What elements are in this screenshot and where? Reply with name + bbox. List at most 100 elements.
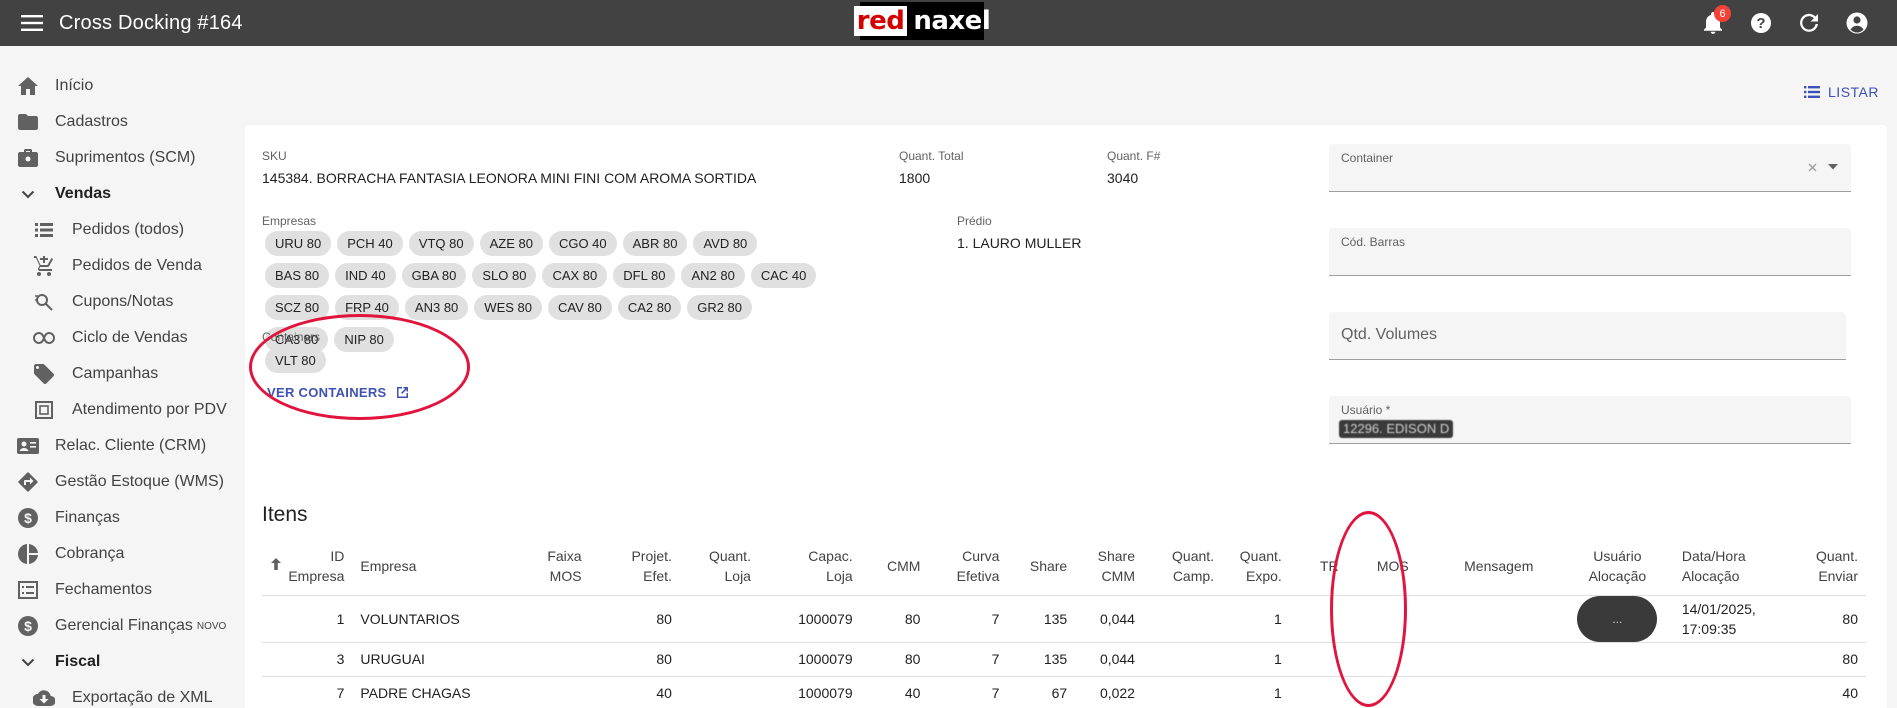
column-header-line1: Data/Hora — [1681, 547, 1746, 564]
chip: PCH 40 — [337, 231, 403, 256]
sidebar-item-cupons-notas[interactable]: Cupons/Notas — [0, 284, 245, 320]
cell-empresa: VOLUNTARIOS — [352, 595, 522, 643]
sidebar-item-cadastros[interactable]: Cadastros — [0, 104, 245, 140]
notifications-bell-icon[interactable]: 6 — [1699, 5, 1731, 37]
cell-quant-loja — [679, 642, 759, 677]
container-select[interactable]: Container — [1329, 144, 1851, 192]
sidebar-item-gerencial-finan-as[interactable]: $ Gerencial Finanças NOVO — [0, 608, 245, 644]
column-header[interactable]: Mensagem — [1436, 537, 1561, 596]
column-header[interactable]: Share CMM — [1075, 537, 1143, 596]
dollar-circle-icon: $ — [16, 506, 40, 530]
sidebar-item-finan-as[interactable]: $ Finanças — [0, 500, 245, 536]
column-header[interactable]: MOS — [1368, 537, 1437, 596]
column-header[interactable]: Capac. Loja — [758, 537, 861, 596]
account-circle-icon[interactable] — [1843, 9, 1871, 37]
sidebar-item-suprimentos-scm[interactable]: Suprimentos (SCM) — [0, 140, 245, 176]
column-header-line1: Quant. — [1239, 547, 1282, 564]
column-header[interactable]: Quant. Camp. — [1142, 537, 1223, 596]
column-header[interactable]: Share — [1007, 537, 1076, 596]
column-header-line1: CMM — [886, 557, 921, 574]
cod-barras-input[interactable] — [1329, 228, 1851, 275]
table-row[interactable]: 3 URUGUAI 80 1000079 80 7 135 0,044 1 80 — [262, 642, 1866, 677]
column-header[interactable]: Data/Hora Alocação — [1673, 537, 1799, 596]
sidebar-item-exporta-o-de-xml[interactable]: Exportação de XML — [0, 680, 245, 708]
sidebar-item-campanhas[interactable]: Campanhas — [0, 356, 245, 392]
listar-button[interactable]: LISTAR — [1804, 84, 1879, 100]
cell-msg — [1436, 676, 1561, 708]
column-header[interactable]: ID Empresa — [262, 537, 353, 596]
cell-curva: 7 — [928, 595, 1008, 643]
sidebar-item-fiscal[interactable]: Fiscal — [0, 644, 245, 680]
column-header-line2: Efet. — [643, 567, 672, 584]
sidebar-item-pedidos-de-venda[interactable]: Pedidos de Venda — [0, 248, 245, 284]
sidebar-item-in-cio[interactable]: Início — [0, 68, 245, 104]
column-header-line1: Quant. — [708, 547, 751, 564]
column-header[interactable]: Empresa — [352, 537, 522, 596]
refresh-icon[interactable] — [1795, 9, 1823, 37]
pdv-icon — [32, 398, 56, 422]
notifications-badge: 6 — [1714, 5, 1731, 22]
help-icon[interactable]: ? — [1747, 9, 1775, 37]
cloud-download-icon — [32, 686, 56, 708]
column-header[interactable]: Quant. Expo. — [1222, 537, 1290, 596]
empresas-label: Empresas — [262, 214, 317, 228]
cell-faixa — [521, 642, 590, 677]
column-header-line2: Alocação — [1681, 567, 1740, 584]
menu-icon[interactable] — [17, 8, 47, 38]
sort-arrow-up-icon[interactable] — [270, 556, 282, 576]
list-icon — [1804, 86, 1821, 98]
app-title: Cross Docking #164 — [59, 11, 243, 34]
table-row[interactable]: 1 VOLUNTARIOS 80 1000079 80 7 135 0,044 1... 14/0… — [262, 595, 1866, 643]
sidebar-item-label: Exportação de XML — [72, 689, 213, 706]
user-avatar-chip[interactable]: ... — [1577, 595, 1658, 642]
cell-data-hora: 14/01/2025, 17:09:35 — [1673, 595, 1799, 643]
cell-msg — [1436, 642, 1561, 677]
chevron-down-icon — [1828, 164, 1838, 170]
column-header[interactable]: Projet. Efet. — [589, 537, 680, 596]
sidebar-item-label: Pedidos de Venda — [72, 257, 202, 274]
folder-icon — [16, 110, 40, 134]
sidebar-item-fechamentos[interactable]: Fechamentos — [0, 572, 245, 608]
cell-expo: 1 — [1222, 595, 1290, 643]
usuario-field[interactable]: Usuário * 12296. EDISON D — [1329, 396, 1851, 444]
sidebar-item-vendas[interactable]: Vendas — [0, 176, 245, 212]
chip: SLO 80 — [472, 263, 537, 288]
column-header[interactable]: Usuário Alocação — [1560, 537, 1674, 596]
sidebar-item-pedidos-todos[interactable]: Pedidos (todos) — [0, 212, 245, 248]
table-row[interactable]: 7 PADRE CHAGAS 40 1000079 40 7 67 0,022 1 40 — [262, 676, 1866, 708]
sidebar-item-ciclo-de-vendas[interactable]: Ciclo de Vendas — [0, 320, 245, 356]
quant-total-label: Quant. Total — [899, 149, 964, 163]
cart-plus-icon — [32, 254, 56, 278]
cell-expo: 1 — [1222, 642, 1290, 677]
chip: CAC 40 — [750, 263, 817, 288]
cell-camp — [1142, 676, 1223, 708]
sidebar-item-relac-cliente-crm[interactable]: Relac. Cliente (CRM) — [0, 428, 245, 464]
column-header-line1: Mensagem — [1464, 557, 1534, 574]
sidebar-item-gest-o-estoque-wms[interactable]: Gestão Estoque (WMS) — [0, 464, 245, 500]
cross-docking-card: SKU 145384. BORRACHA FANTASIA LEONORA MI… — [245, 125, 1887, 708]
column-header-line1: Quant. — [1815, 547, 1858, 564]
column-header[interactable]: Quant. Loja — [679, 537, 759, 596]
time-text: 17:09:35 — [1681, 620, 1737, 637]
cell-cmm: 40 — [860, 676, 929, 708]
sidebar-item-atendimento-por-pdv[interactable]: Atendimento por PDV — [0, 392, 245, 428]
table-header-row: ID Empresa Empresa Faixa MOS Projet. Efet. Quan… — [262, 537, 1866, 596]
sidebar-item-label: Campanhas — [72, 365, 159, 382]
chip: CA2 80 — [617, 295, 682, 320]
directions-icon — [16, 470, 40, 494]
chip: VTQ 80 — [408, 231, 474, 256]
qtd-volumes-field[interactable]: Qtd. Volumes — [1329, 312, 1846, 360]
column-header[interactable]: Faixa MOS — [521, 537, 590, 596]
column-header[interactable]: Curva Efetiva — [928, 537, 1008, 596]
sidebar-item-cobran-a[interactable]: Cobrança — [0, 536, 245, 572]
cod-barras-field[interactable]: Cód. Barras — [1329, 228, 1851, 276]
column-header[interactable]: CMM — [860, 537, 929, 596]
chip: BAS 80 — [265, 263, 330, 288]
cell-data-hora — [1673, 642, 1799, 677]
column-header-line2: CMM — [1101, 567, 1135, 584]
column-header[interactable]: Quant. Enviar — [1798, 537, 1866, 596]
column-header-line2: Alocação — [1588, 567, 1647, 584]
ver-containers-link[interactable]: VER CONTAINERS — [267, 385, 410, 400]
chip: SCZ 80 — [265, 295, 330, 320]
column-header[interactable]: TR — [1289, 537, 1369, 596]
